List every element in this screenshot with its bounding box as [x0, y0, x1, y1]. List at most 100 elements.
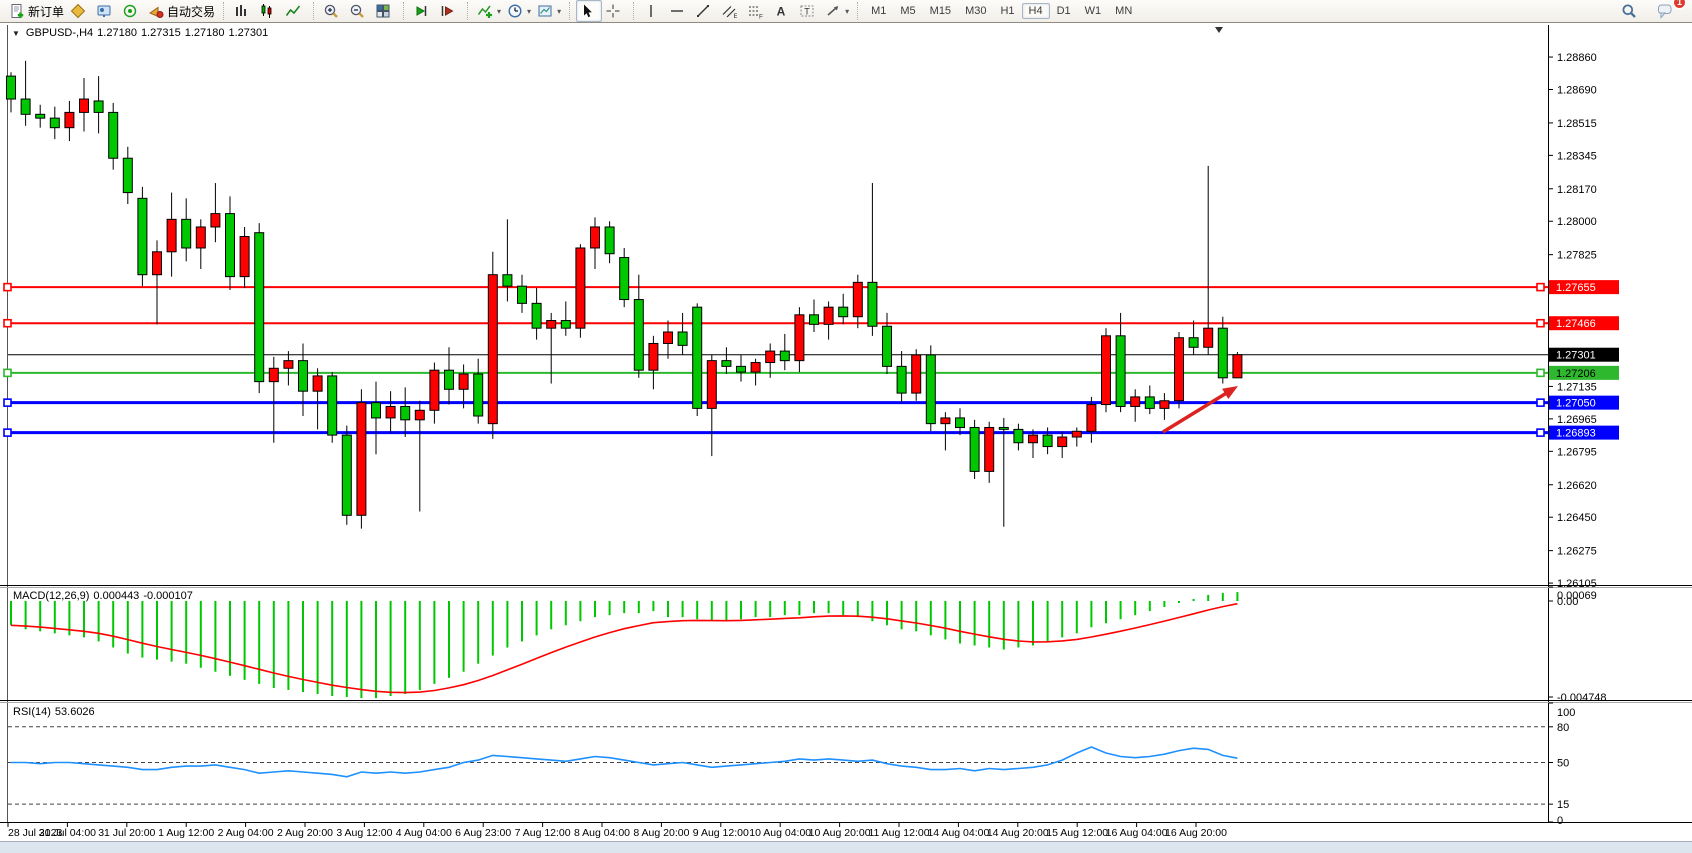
candle-body	[1087, 405, 1096, 432]
price-axis-tick: 1.27825	[1557, 250, 1597, 262]
candle-body	[620, 258, 629, 300]
rsi-axis-tick: 15	[1557, 799, 1569, 811]
candle-body	[868, 282, 877, 326]
candle-body	[737, 366, 746, 372]
candle-body	[211, 214, 220, 227]
price-axis-tick: 1.26275	[1557, 546, 1597, 558]
ohlc-close: 1.27301	[228, 27, 268, 39]
candle-body	[430, 370, 439, 410]
time-axis-label: 31 Jul 04:00	[39, 827, 96, 839]
level-price-label: 1.27466	[1549, 316, 1619, 330]
candle-body	[839, 307, 848, 317]
svg-text:1.27050: 1.27050	[1556, 398, 1596, 410]
ohlc-open: 1.27180	[97, 27, 137, 39]
candle-body	[1102, 336, 1111, 405]
candle-body	[883, 326, 892, 366]
candle-body	[707, 361, 716, 409]
candle-body	[284, 361, 293, 369]
time-axis-label: 3 Aug 12:00	[336, 827, 392, 839]
price-axis-tick: 1.28860	[1557, 52, 1597, 64]
time-axis-label: 8 Aug 04:00	[574, 827, 630, 839]
rsi-axis-tick: 50	[1557, 758, 1569, 770]
time-axis-label: 6 Aug 23:00	[455, 827, 511, 839]
level-handle	[1537, 369, 1544, 376]
candle-body	[1204, 328, 1213, 347]
candle-body	[722, 361, 731, 367]
price-axis-tick: 1.26965	[1557, 414, 1597, 426]
candle-body	[80, 99, 89, 112]
time-axis-label: 10 Aug 20:00	[809, 827, 871, 839]
candle-body	[153, 252, 162, 275]
candle-body	[357, 403, 366, 516]
macd-axis-tick: 0.00	[1557, 596, 1578, 608]
macd-indicator-label: MACD(12,26,9)0.000443-0.000107	[13, 590, 197, 602]
candle-body	[985, 427, 994, 471]
time-axis-label: 8 Aug 20:00	[633, 827, 689, 839]
candle-body	[751, 363, 760, 373]
level-handle	[4, 284, 11, 291]
price-chart[interactable]: 1.288601.286901.285151.283451.281701.280…	[0, 0, 1692, 853]
candle-body	[591, 227, 600, 248]
candle-body	[167, 219, 176, 251]
candle-body	[824, 307, 833, 324]
candle-body	[1145, 397, 1154, 408]
time-axis-label: 11 Aug 12:00	[868, 827, 929, 839]
time-axis-label: 10 Aug 04:00	[749, 827, 811, 839]
candle-body	[21, 99, 30, 114]
level-price-label: 1.27206	[1549, 366, 1619, 380]
candle-body	[795, 315, 804, 361]
candle-body	[1029, 435, 1038, 443]
rsi-value: 53.6026	[55, 706, 95, 718]
candle-body	[1189, 338, 1198, 348]
candle-body	[766, 351, 775, 362]
time-axis-label: 16 Aug 04:00	[1106, 827, 1168, 839]
candle-body	[576, 248, 585, 328]
price-axis-tick: 1.26450	[1557, 512, 1597, 524]
candle-body	[226, 214, 235, 277]
rsi-axis-tick: 80	[1557, 722, 1569, 734]
price-axis-tick: 1.28515	[1557, 118, 1597, 130]
candle-body	[65, 112, 74, 127]
time-axis-label: 14 Aug 20:00	[987, 827, 1049, 839]
candle-body	[1058, 437, 1067, 447]
chart-menu-icon[interactable]: ▼	[12, 29, 20, 38]
candle-body	[313, 376, 322, 391]
chart-title: ▼GBPUSD-,H41.271801.273151.271801.27301	[12, 27, 272, 39]
candle-body	[1131, 397, 1140, 407]
candle-body	[1175, 338, 1184, 401]
candle-body	[459, 374, 468, 389]
time-axis-label: 16 Aug 20:00	[1165, 827, 1227, 839]
level-price-label: 1.27050	[1549, 396, 1619, 410]
time-axis-label: 2 Aug 04:00	[218, 827, 274, 839]
candle-body	[1218, 328, 1227, 378]
candle-body	[897, 366, 906, 393]
price-axis-tick: 1.28170	[1557, 184, 1597, 196]
candle-body	[664, 332, 673, 343]
candle-body	[649, 343, 658, 370]
level-handle	[1537, 284, 1544, 291]
candle-body	[123, 158, 132, 192]
price-axis-tick: 1.28000	[1557, 216, 1597, 228]
candle-body	[50, 118, 59, 128]
candle-body	[970, 427, 979, 471]
candle-body	[474, 374, 483, 416]
macd-name: MACD(12,26,9)	[13, 590, 89, 602]
level-handle	[4, 369, 11, 376]
candle-body	[299, 361, 308, 392]
svg-text:1.26893: 1.26893	[1556, 428, 1596, 440]
ohlc-low: 1.27180	[185, 27, 225, 39]
candle-body	[7, 76, 16, 99]
candle-body	[634, 300, 643, 371]
candle-body	[693, 307, 702, 408]
time-axis-label: 15 Aug 12:00	[1046, 827, 1108, 839]
candle-body	[255, 233, 264, 382]
candle-body	[853, 282, 862, 316]
level-handle	[4, 399, 11, 406]
candle-body	[605, 227, 614, 254]
candle-body	[547, 321, 556, 329]
time-axis-label: 4 Aug 04:00	[396, 827, 452, 839]
candle-body	[1014, 429, 1023, 442]
svg-text:1.27301: 1.27301	[1556, 350, 1596, 362]
candle-body	[138, 198, 147, 274]
price-axis-tick: 1.26795	[1557, 446, 1597, 458]
